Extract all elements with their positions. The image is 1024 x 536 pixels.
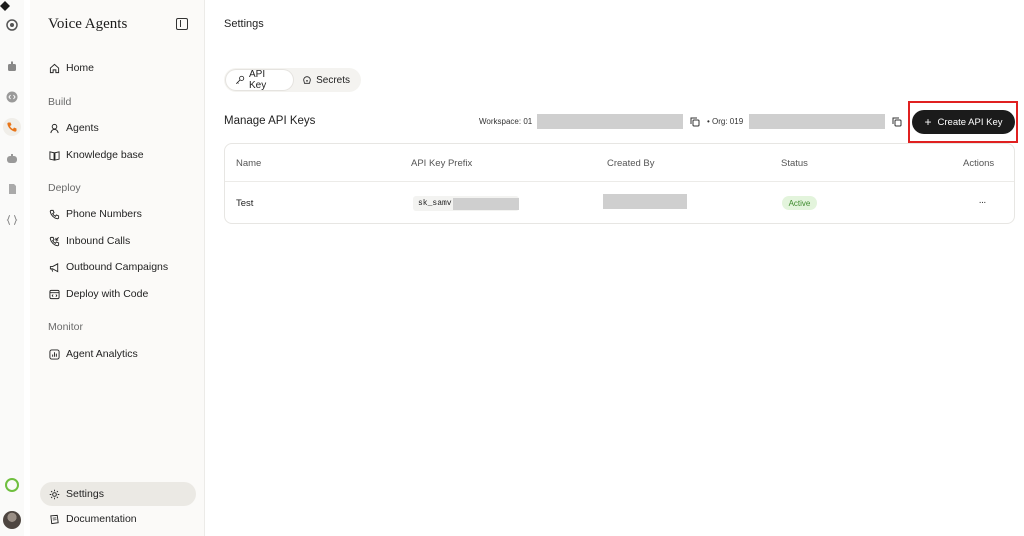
sidebar-item-label: Outbound Campaigns (66, 261, 169, 273)
sidebar-item-agent-analytics[interactable]: Agent Analytics (40, 342, 196, 366)
column-header-prefix: API Key Prefix (411, 158, 473, 169)
api-keys-table: Name API Key Prefix Created By Status Ac… (224, 143, 1015, 224)
column-header-actions: Actions (963, 158, 995, 169)
key-prefix-text: sk_samv (418, 199, 452, 208)
key-prefix-redacted (452, 197, 519, 210)
phone-icon (48, 208, 60, 220)
avatar[interactable] (3, 511, 21, 529)
sidebar-item-label: Documentation (66, 513, 137, 525)
section-title: Manage API Keys (224, 115, 316, 127)
analytics-icon (48, 348, 60, 360)
workspace-id-redacted (537, 114, 683, 129)
tab-api-key[interactable]: API Key (226, 69, 294, 91)
secrets-icon (302, 75, 312, 85)
sidebar-item-documentation[interactable]: Documentation (40, 507, 196, 531)
sidebar-item-agents[interactable]: Agents (40, 116, 196, 140)
phone-icon[interactable] (3, 118, 21, 136)
create-api-key-label: Create API Key (937, 116, 1003, 128)
megaphone-icon (48, 261, 60, 273)
column-header-name: Name (236, 158, 262, 169)
gear-icon (48, 488, 60, 500)
key-icon (235, 75, 245, 85)
org-label: • Org: 019 (707, 117, 744, 126)
sidebar-item-settings[interactable]: Settings (40, 482, 196, 506)
agents-icon (48, 122, 60, 134)
section-deploy: Deploy (48, 182, 81, 194)
sidebar-item-home[interactable]: Home (40, 56, 196, 80)
sidebar-item-label: Phone Numbers (66, 208, 142, 220)
sidebar-item-label: Agents (66, 122, 99, 134)
book-icon (48, 149, 60, 161)
code-icon[interactable] (3, 88, 21, 106)
gamepad-icon[interactable] (3, 150, 21, 168)
copy-workspace-icon[interactable] (690, 117, 700, 127)
sidebar-item-phone-numbers[interactable]: Phone Numbers (40, 202, 196, 226)
sidebar-item-label: Knowledge base (66, 149, 144, 161)
sidebar-item-label: Inbound Calls (66, 235, 131, 247)
sidebar: Voice Agents Home Build Agents Knowledge… (30, 0, 205, 536)
sidebar-item-inbound-calls[interactable]: Inbound Calls (40, 229, 196, 253)
collapse-sidebar-icon[interactable] (176, 18, 188, 30)
robot-icon[interactable] (3, 58, 21, 76)
cell-key-prefix: sk_samv (413, 196, 519, 211)
file-icon[interactable] (3, 180, 21, 198)
row-actions-button[interactable]: ··· (975, 194, 989, 210)
braces-icon[interactable] (3, 211, 21, 229)
column-header-status: Status (781, 158, 808, 169)
sidebar-item-outbound-campaigns[interactable]: Outbound Campaigns (40, 255, 196, 279)
cell-created-by-redacted (603, 194, 687, 209)
row-divider (225, 181, 1014, 182)
sidebar-item-label: Settings (66, 488, 104, 500)
section-build: Build (48, 96, 72, 108)
tab-label: API Key (249, 69, 267, 91)
icon-rail (0, 0, 24, 536)
org-id-redacted (749, 114, 885, 129)
brand-title: Voice Agents (48, 16, 128, 32)
home-icon (48, 62, 60, 74)
logo-icon[interactable] (3, 16, 21, 34)
code-window-icon (48, 288, 60, 300)
status-ring-icon (5, 478, 19, 492)
cell-name: Test (236, 198, 254, 209)
sidebar-item-label: Deploy with Code (66, 288, 149, 300)
docs-icon (48, 513, 60, 525)
section-monitor: Monitor (48, 321, 84, 333)
workspace-label: Workspace: 01 (479, 117, 533, 126)
copy-org-icon[interactable] (892, 117, 902, 127)
sidebar-item-deploy-with-code[interactable]: Deploy with Code (40, 282, 196, 306)
diamond-icon (0, 1, 10, 11)
sidebar-item-label: Home (66, 62, 95, 74)
create-api-key-button[interactable]: + Create API Key (912, 110, 1015, 134)
column-header-created-by: Created By (607, 158, 655, 169)
settings-tabs: API Key Secrets (224, 68, 361, 92)
tab-label: Secrets (316, 74, 350, 86)
phone-incoming-icon (48, 235, 60, 247)
page-title: Settings (224, 18, 264, 30)
tab-secrets[interactable]: Secrets (293, 70, 359, 90)
status-badge: Active (782, 196, 817, 210)
sidebar-item-knowledge-base[interactable]: Knowledge base (40, 143, 196, 167)
plus-icon: + (924, 115, 932, 129)
sidebar-item-label: Agent Analytics (66, 348, 138, 360)
